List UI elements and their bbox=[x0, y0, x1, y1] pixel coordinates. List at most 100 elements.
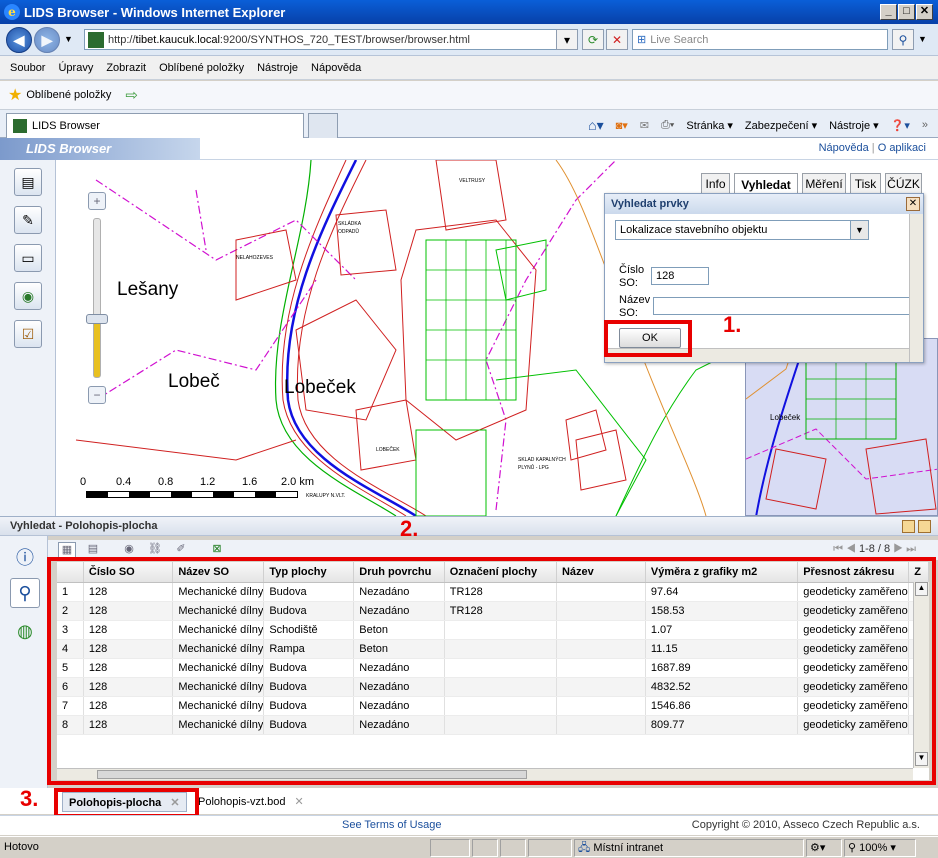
scale-4: 1.6 bbox=[242, 476, 258, 488]
dialog-close-icon[interactable]: ✕ bbox=[906, 197, 920, 211]
results-tabs: 3. Polohopis-plocha ✕ Polohopis-vzt.bod … bbox=[0, 786, 938, 818]
menu-edit[interactable]: Úpravy bbox=[58, 62, 93, 74]
app-links: Nápověda | O aplikaci bbox=[818, 142, 926, 154]
forward-button[interactable]: ▶ bbox=[34, 27, 60, 53]
menu-file[interactable]: Soubor bbox=[10, 62, 45, 74]
menu-tools[interactable]: Nástroje bbox=[257, 62, 298, 74]
security-menu[interactable]: Zabezpečení ▾ bbox=[745, 119, 817, 132]
info-icon[interactable]: ⓘ bbox=[10, 542, 40, 572]
chevron-right-icon[interactable]: » bbox=[922, 119, 928, 131]
about-link[interactable]: O aplikaci bbox=[878, 142, 926, 154]
search-results-icon[interactable]: ⚲ bbox=[10, 578, 40, 608]
live-search-icon: ⊞ bbox=[637, 34, 647, 46]
feeds-icon[interactable]: ◙▾ bbox=[616, 119, 628, 132]
excel-export-icon[interactable]: ⊠ bbox=[208, 542, 226, 558]
overview-map[interactable]: Lobeček bbox=[745, 338, 938, 516]
add-favorite-icon[interactable]: ⇨ bbox=[125, 86, 138, 104]
tab-vyhledat[interactable]: Vyhledat bbox=[734, 173, 798, 195]
next-page-icon[interactable]: ▶ bbox=[893, 543, 903, 555]
menu-favorites[interactable]: Oblíbené položky bbox=[159, 62, 244, 74]
help-icon[interactable]: ❓▾ bbox=[891, 119, 910, 132]
search-placeholder: Live Search bbox=[650, 33, 709, 46]
globe-icon[interactable]: ◍ bbox=[10, 616, 40, 646]
stop-icon[interactable]: ✕ bbox=[606, 29, 628, 50]
link-icon[interactable]: ⛓ bbox=[146, 542, 164, 558]
scale-5: 2.0 km bbox=[281, 476, 315, 488]
tab-lids-browser[interactable]: LIDS Browser bbox=[6, 113, 304, 138]
checklist-icon[interactable]: ☑ bbox=[14, 320, 42, 348]
tab-mereni[interactable]: Měření bbox=[802, 173, 846, 194]
tab-cuzk[interactable]: ČÚZK bbox=[885, 173, 922, 194]
zoom-slider-handle[interactable] bbox=[86, 314, 108, 324]
first-page-icon[interactable]: ⏮ bbox=[833, 543, 843, 555]
tab-favicon bbox=[13, 119, 27, 133]
search-go-icon[interactable]: ⚲ bbox=[892, 29, 914, 50]
chevron-down-icon[interactable]: ▼ bbox=[850, 221, 868, 239]
search-dialog-title: Vyhledat prvky bbox=[605, 194, 923, 214]
app-title: LIDS Browser bbox=[0, 138, 200, 160]
last-page-icon[interactable]: ⏭ bbox=[906, 543, 916, 555]
globe-search-icon[interactable]: ◉ bbox=[14, 282, 42, 310]
left-toolbar: ▤ ✎ ▭ ◉ ☑ bbox=[0, 160, 56, 516]
map-label-nelahozeves: NELAHOZEVES bbox=[236, 255, 273, 261]
tab-polohopis-vzt-bod-label: Polohopis-vzt.bod bbox=[198, 796, 286, 808]
annotation-box-1 bbox=[604, 320, 692, 357]
tab-tisk[interactable]: Tisk bbox=[850, 173, 881, 194]
favorites-star-icon[interactable]: ★ bbox=[8, 85, 22, 105]
tools-menu[interactable]: Nástroje ▾ bbox=[829, 119, 879, 132]
prev-page-icon[interactable]: ◀ bbox=[846, 543, 856, 555]
minimize-button[interactable]: _ bbox=[880, 4, 897, 20]
print-icon[interactable]: ⎙▾ bbox=[661, 119, 674, 132]
refresh-icon[interactable]: ⟳ bbox=[582, 29, 604, 50]
results-title: Vyhledat - Polohopis-plocha bbox=[10, 520, 158, 532]
history-dropdown-icon[interactable]: ▼ bbox=[64, 34, 73, 44]
panel-maximize-icon[interactable] bbox=[918, 520, 931, 533]
tool-icon[interactable]: ✐ bbox=[172, 542, 190, 558]
annotation-box-2 bbox=[47, 557, 936, 785]
home-icon[interactable]: ⌂▾ bbox=[588, 117, 603, 134]
nazev-so-input[interactable] bbox=[653, 297, 911, 315]
print-layout-icon[interactable]: ▭ bbox=[14, 244, 42, 272]
zoom-out-button[interactable]: − bbox=[88, 386, 106, 404]
edit-map-icon[interactable]: ✎ bbox=[14, 206, 42, 234]
zoom-text: 100% bbox=[859, 842, 888, 854]
tab-info[interactable]: Info bbox=[701, 173, 730, 194]
page-menu[interactable]: Stránka ▾ bbox=[686, 119, 733, 132]
zoom-control[interactable]: ⚲ 100% ▾ bbox=[844, 839, 916, 857]
terms-link[interactable]: See Terms of Usage bbox=[342, 819, 441, 831]
zone-text: Místní intranet bbox=[593, 842, 664, 854]
layers-icon[interactable]: ▤ bbox=[14, 168, 42, 196]
dialog-vertical-scrollbar[interactable] bbox=[909, 214, 923, 362]
intranet-icon: 🖧 bbox=[578, 842, 591, 854]
map-label-skladka: SKLÁDKA ODPADŮ bbox=[338, 221, 361, 235]
help-link[interactable]: Nápověda bbox=[819, 142, 869, 154]
address-dropdown-button[interactable]: ▾ bbox=[556, 29, 578, 50]
search-options-icon[interactable]: ▼ bbox=[918, 34, 927, 44]
cislo-so-input[interactable]: 128 bbox=[651, 267, 709, 285]
search-type-select[interactable]: Lokalizace stavebního objektu ▼ bbox=[615, 220, 869, 240]
menu-help[interactable]: Nápověda bbox=[311, 62, 361, 74]
tab-polohopis-vzt-bod[interactable]: Polohopis-vzt.bod ✕ bbox=[192, 792, 310, 812]
field-cislo-so-label: Číslo SO: bbox=[619, 264, 645, 289]
address-field[interactable]: http://tibet.kaucuk.local:9200/SYNTHOS_7… bbox=[84, 29, 574, 50]
maximize-button[interactable]: □ bbox=[898, 4, 915, 20]
panel-minimize-icon[interactable] bbox=[902, 520, 915, 533]
pager-text: 1-8 / 8 bbox=[858, 543, 891, 555]
close-window-button[interactable]: ✕ bbox=[916, 4, 933, 20]
favorites-button[interactable]: Oblíbené položky bbox=[26, 89, 111, 101]
form-view-icon[interactable]: ▤ bbox=[84, 542, 102, 558]
locate-icon[interactable]: ◉ bbox=[120, 542, 138, 558]
new-tab-button[interactable] bbox=[308, 113, 338, 138]
close-tab-icon[interactable]: ✕ bbox=[295, 796, 304, 808]
zoom-in-button[interactable]: + bbox=[88, 192, 106, 210]
back-button[interactable]: ◀ bbox=[6, 27, 32, 53]
grid-view-icon[interactable]: ▦ bbox=[58, 542, 76, 558]
map-label-kralupy: KRALUPY N.VLT. bbox=[306, 493, 346, 499]
zoom-slider-track[interactable] bbox=[93, 218, 101, 378]
menu-view[interactable]: Zobrazit bbox=[106, 62, 146, 74]
map-label-lobecek-small: LOBEČEK bbox=[376, 447, 400, 453]
favorites-bar: ★ Oblíbené položky ⇨ bbox=[0, 81, 938, 110]
protected-mode-icon[interactable]: ⚙▾ bbox=[806, 839, 842, 857]
mail-icon[interactable]: ✉ bbox=[640, 119, 649, 132]
search-input[interactable]: ⊞ Live Search bbox=[632, 29, 888, 50]
